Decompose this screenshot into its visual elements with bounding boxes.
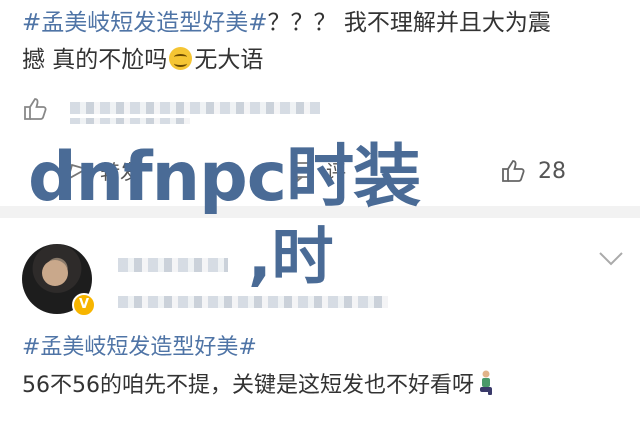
like-count: 28: [538, 159, 566, 184]
comment-hashtag-link[interactable]: #孟美岐短发造型好美#: [22, 335, 257, 360]
post-text: 撼 真的不尬吗: [22, 47, 168, 73]
post-text-line-1: #孟美岐短发造型好美#？？？ 我不理解并且大为震: [22, 8, 551, 38]
grimacing-face-emoji-icon: [169, 47, 193, 70]
post-text: ？？？ 我不理解并且大为震: [267, 10, 551, 36]
comment-hashtag-line: #孟美岐短发造型好美#: [22, 333, 257, 363]
like-icon[interactable]: [500, 158, 526, 184]
blurred-meta: [70, 118, 190, 124]
blurred-meta: [118, 296, 388, 308]
post-text-line-2: 撼 真的不尬吗 无大语: [22, 45, 263, 75]
verified-badge-icon: V: [72, 293, 96, 317]
blurred-username[interactable]: [118, 258, 228, 272]
comment-text: 56不56的咱先不提，关键是这短发也不好看呀: [22, 373, 474, 398]
comment-text-line: 56不56的咱先不提，关键是这短发也不好看呀: [22, 370, 495, 401]
watermark-text-secondary: ,时: [248, 220, 334, 293]
post-text: 无大语: [194, 47, 264, 73]
blurred-meta: [70, 102, 320, 114]
watermark-text: dnfnpc时装: [28, 138, 421, 217]
post-hashtag-link[interactable]: #孟美岐短发造型好美#: [22, 10, 268, 36]
thumbs-up-icon[interactable]: [22, 96, 48, 122]
chevron-down-icon[interactable]: [597, 250, 625, 268]
kneeling-person-emoji-icon: [477, 370, 495, 396]
